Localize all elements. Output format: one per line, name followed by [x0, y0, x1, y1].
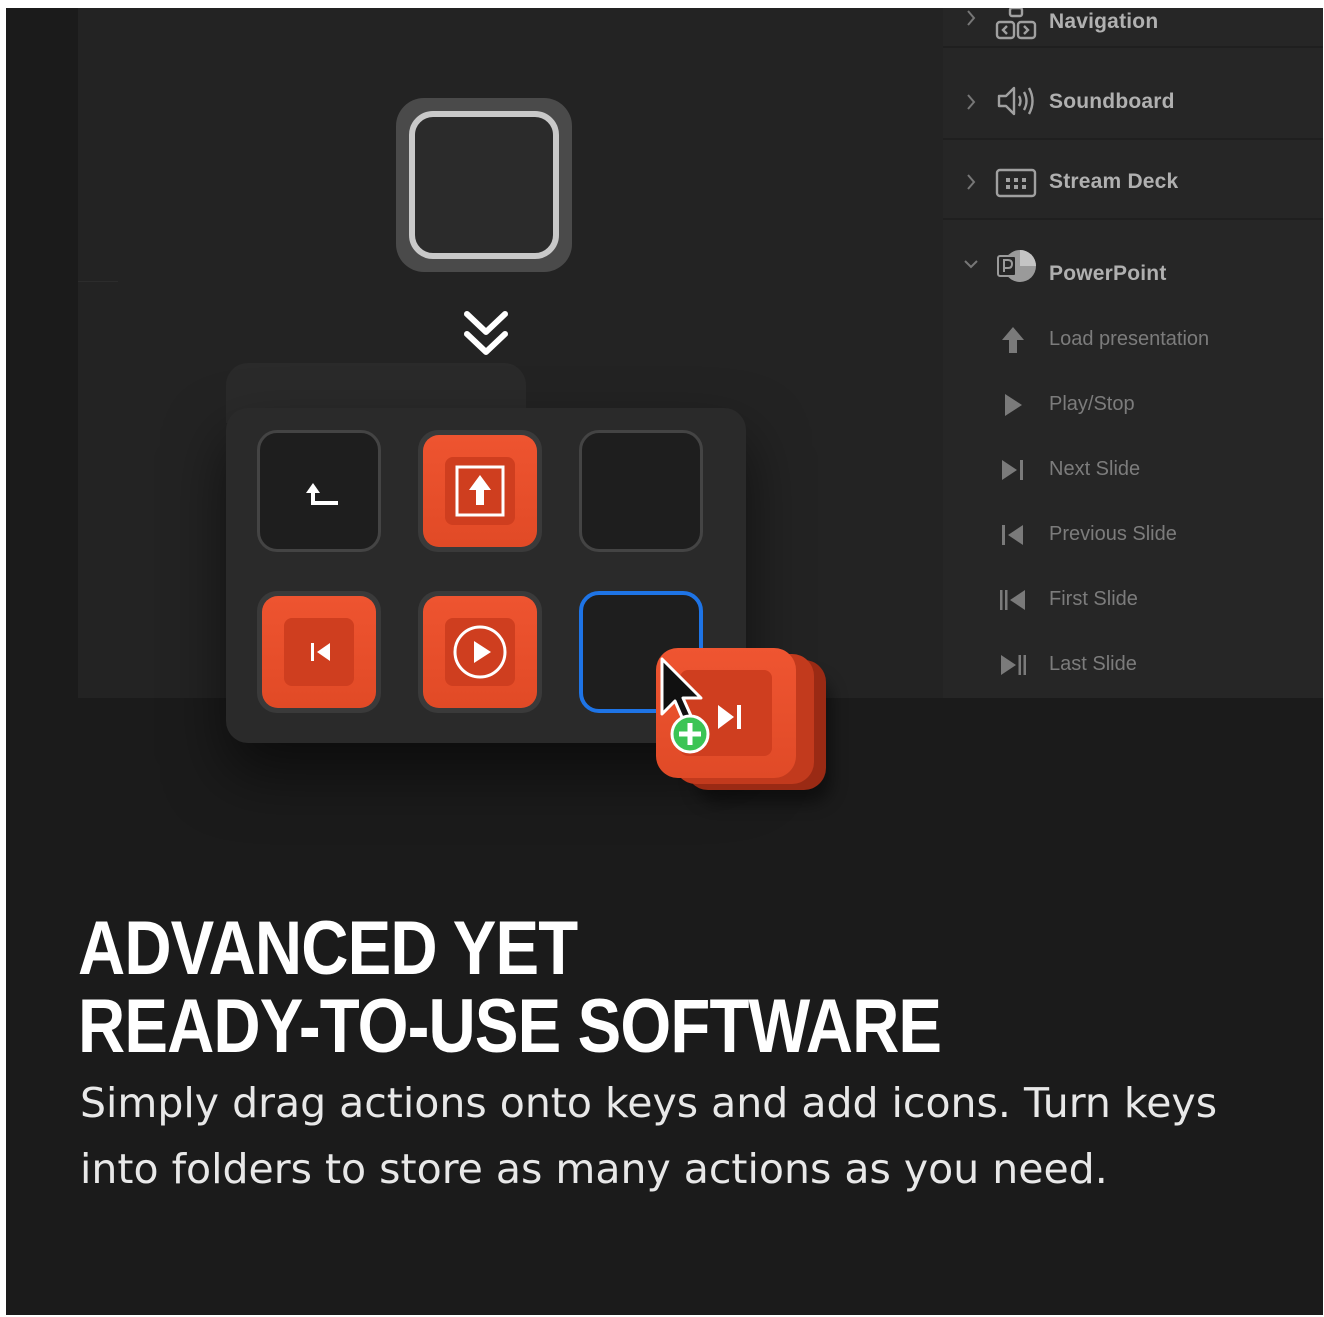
divider	[943, 138, 1323, 140]
key-face	[423, 435, 537, 547]
key-empty[interactable]	[579, 430, 703, 552]
action-previous-slide[interactable]: Previous Slide	[943, 505, 1323, 565]
last-slide-icon	[1001, 655, 1026, 675]
first-slide-icon	[1000, 590, 1025, 610]
category-label: Soundboard	[1049, 90, 1175, 113]
category-navigation[interactable]: Navigation	[943, 8, 1323, 48]
action-label: Next Slide	[1049, 458, 1141, 480]
action-label: Load presentation	[1049, 328, 1210, 350]
chevron-right-icon	[967, 10, 976, 26]
key-load-presentation[interactable]	[418, 430, 542, 552]
divider	[943, 218, 1323, 220]
folder-key[interactable]	[396, 98, 572, 272]
double-chevron-down-icon	[464, 311, 508, 355]
promo-frame: Navigation Soundboard Stream Deck PowerP…	[6, 8, 1323, 1315]
play-icon	[1005, 394, 1022, 416]
action-label: Previous Slide	[1049, 523, 1177, 545]
folder-key-face	[409, 111, 559, 259]
category-stream-deck[interactable]: Stream Deck	[943, 142, 1323, 220]
previous-slide-icon	[311, 643, 330, 661]
upload-arrow-icon	[1002, 327, 1024, 353]
headline-line-1: ADVANCED YET	[78, 906, 578, 991]
action-label: Play/Stop	[1049, 393, 1135, 415]
key-face	[262, 596, 376, 708]
chevron-down-icon	[964, 260, 978, 269]
load-presentation-icon	[455, 465, 505, 517]
divider	[943, 46, 1323, 48]
action-first-slide[interactable]: First Slide	[943, 570, 1323, 630]
divider	[78, 281, 118, 282]
key-face	[423, 596, 537, 708]
next-slide-icon	[1002, 460, 1023, 480]
stream-deck-icon	[995, 168, 1037, 198]
previous-slide-icon	[1002, 525, 1023, 545]
play-circle-icon	[453, 625, 507, 679]
headline: ADVANCED YET READY-TO-USE SOFTWARE	[78, 906, 942, 1069]
key-previous-slide[interactable]	[257, 591, 381, 713]
action-play-stop[interactable]: Play/Stop	[943, 375, 1323, 435]
actions-sidebar: Navigation Soundboard Stream Deck PowerP…	[943, 8, 1323, 698]
chevron-right-icon	[967, 94, 976, 110]
add-plus-icon	[670, 714, 710, 754]
key-back[interactable]	[257, 430, 381, 552]
subtext: Simply drag actions onto keys and add ic…	[80, 1079, 1218, 1193]
category-powerpoint[interactable]: PowerPoint	[943, 222, 1323, 308]
action-label: First Slide	[1049, 588, 1138, 610]
category-label: Stream Deck	[1049, 170, 1179, 193]
action-last-slide[interactable]: Last Slide	[943, 635, 1323, 695]
category-label: Navigation	[1049, 10, 1159, 33]
action-label: Last Slide	[1049, 653, 1137, 675]
action-load-presentation[interactable]: Load presentation	[943, 310, 1323, 370]
action-next-slide[interactable]: Next Slide	[943, 440, 1323, 500]
navigation-icon	[995, 8, 1037, 40]
category-label: PowerPoint	[1049, 262, 1167, 285]
chevron-right-icon	[967, 174, 976, 190]
back-arrow-icon	[306, 483, 338, 505]
speaker-icon	[997, 86, 1034, 116]
category-soundboard[interactable]: Soundboard	[943, 62, 1323, 140]
powerpoint-icon	[997, 250, 1036, 282]
headline-line-2: READY-TO-USE SOFTWARE	[78, 984, 942, 1069]
key-play-stop[interactable]	[418, 591, 542, 713]
